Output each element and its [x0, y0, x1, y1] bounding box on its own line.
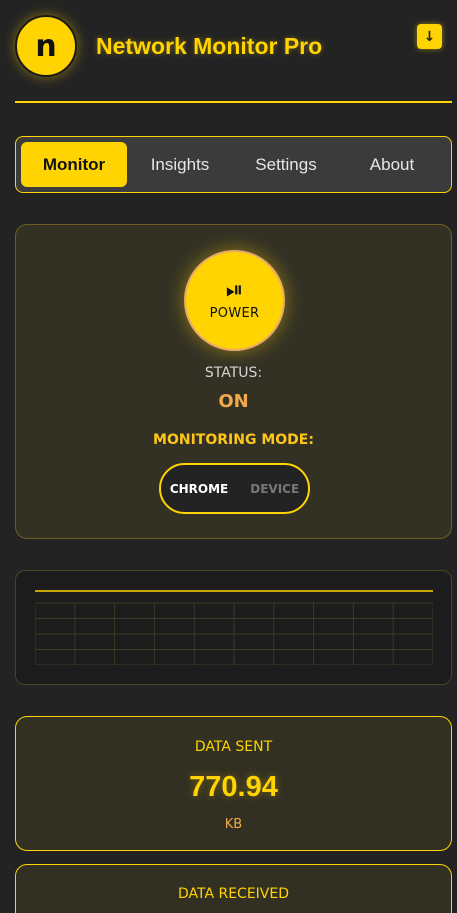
monitoring-mode-label: MONITORING MODE: [153, 432, 314, 448]
download-icon: ↓ [423, 28, 436, 45]
app-logo: n [15, 15, 77, 77]
data-sent-unit: KB [224, 817, 243, 832]
tab-about[interactable]: About [339, 142, 445, 187]
data-received-card: DATA RECEIVED [15, 864, 452, 913]
mode-option-chrome[interactable]: CHROME [170, 482, 228, 496]
header-divider [15, 101, 452, 103]
traffic-graph-canvas [35, 590, 433, 665]
traffic-graph [15, 570, 452, 685]
app-title: Network Monitor Pro [96, 33, 323, 59]
status-label: STATUS: [204, 365, 263, 381]
app-root: n Network Monitor Pro ↓ Monitor Insights… [0, 0, 457, 913]
data-sent-title: DATA SENT [194, 739, 273, 755]
data-received-title: DATA RECEIVED [177, 886, 290, 902]
power-label: POWER [209, 306, 260, 321]
power-panel: ⏯ POWER STATUS: ON MONITORING MODE: CHRO… [15, 224, 452, 539]
data-sent-value: 770.94 [189, 771, 278, 803]
status-value: ON [218, 391, 249, 412]
power-button[interactable]: ⏯ POWER [184, 250, 285, 351]
tab-bar: Monitor Insights Settings About [15, 136, 452, 193]
tab-insights[interactable]: Insights [127, 142, 233, 187]
download-button[interactable]: ↓ [417, 24, 442, 49]
mode-option-device[interactable]: DEVICE [250, 482, 299, 496]
tab-monitor[interactable]: Monitor [21, 142, 127, 187]
monitoring-mode-toggle[interactable]: CHROME DEVICE [159, 463, 310, 514]
data-sent-card: DATA SENT 770.94 KB [15, 716, 452, 851]
play-pause-icon: ⏯ [225, 278, 244, 303]
tab-settings[interactable]: Settings [233, 142, 339, 187]
logo-letter: n [35, 28, 57, 64]
